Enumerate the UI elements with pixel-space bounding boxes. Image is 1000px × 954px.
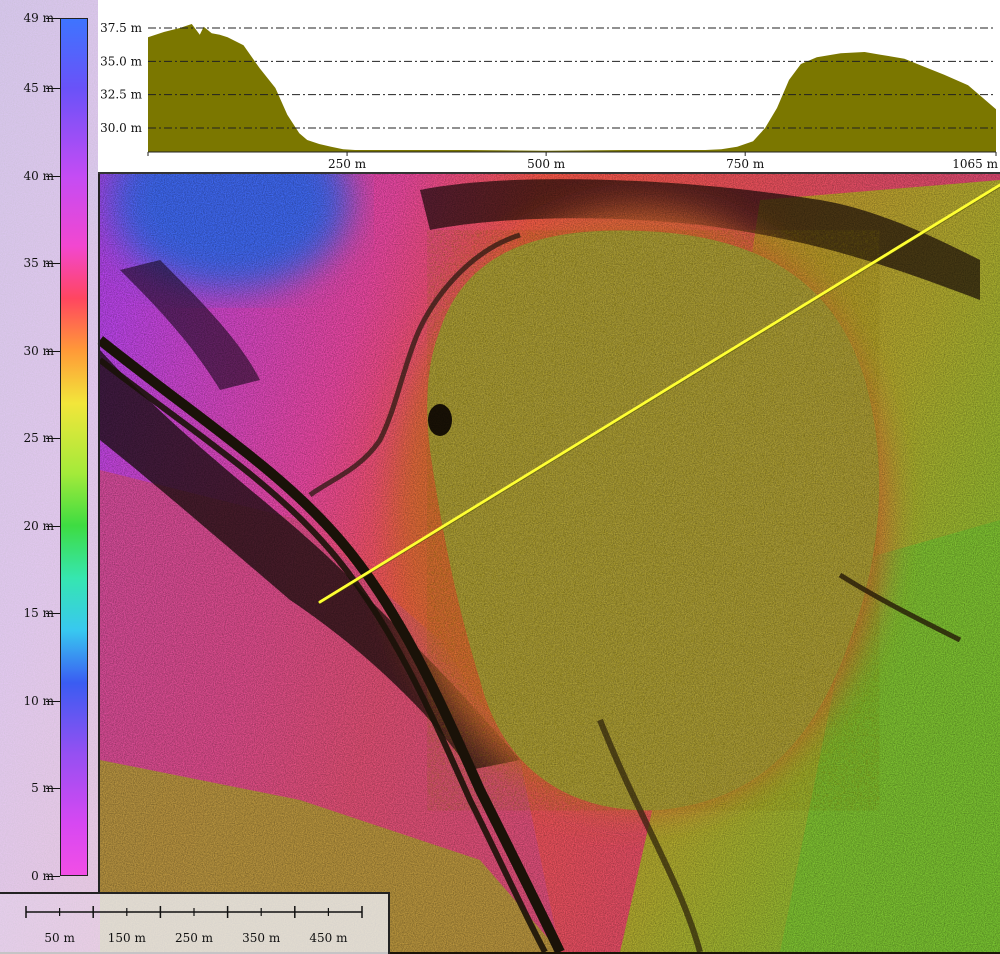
x-tick-label: 250 m bbox=[328, 157, 367, 171]
scale-label: 250 m bbox=[175, 931, 214, 945]
scale-label: 450 m bbox=[309, 931, 348, 945]
scale-label: 150 m bbox=[108, 931, 147, 945]
elevation-color-bar bbox=[60, 18, 88, 876]
x-tick-label: 750 m bbox=[726, 157, 765, 171]
scale-bar-panel: 50 m 150 m 250 m 350 m 450 m bbox=[0, 892, 390, 954]
elevation-profile-panel: 37.5 m 35.0 m 32.5 m 30.0 m 250 m 500 m 750 m 1… bbox=[98, 0, 1000, 174]
legend-tick bbox=[46, 788, 60, 790]
legend-tick bbox=[46, 18, 60, 19]
y-tick-label: 30.0 m bbox=[100, 121, 143, 135]
profile-area bbox=[148, 24, 996, 152]
x-tick-label: 1065 m bbox=[952, 157, 998, 171]
y-tick-label: 37.5 m bbox=[100, 21, 143, 35]
legend-tick bbox=[46, 613, 60, 615]
legend-tick bbox=[46, 876, 60, 877]
scale-bar: 50 m 150 m 250 m 350 m 450 m bbox=[25, 906, 363, 945]
legend-tick bbox=[46, 438, 60, 440]
legend-tick bbox=[46, 525, 60, 527]
y-tick-label: 35.0 m bbox=[100, 54, 143, 68]
elevation-profile-chart: 37.5 m 35.0 m 32.5 m 30.0 m 250 m 500 m 750 m 1… bbox=[100, 21, 999, 171]
legend-tick bbox=[46, 175, 60, 177]
legend-tick bbox=[46, 263, 60, 265]
x-tick-label: 500 m bbox=[527, 157, 566, 171]
elevation-legend: 49 m 45 m 40 m 35 m 30 m 25 m 20 m 15 m 10 m5 m0… bbox=[0, 0, 100, 894]
y-tick-label: 32.5 m bbox=[100, 88, 143, 102]
scale-label: 350 m bbox=[242, 931, 281, 945]
legend-tick bbox=[46, 700, 60, 702]
legend-tick bbox=[46, 350, 60, 352]
scale-label: 50 m bbox=[44, 931, 75, 945]
legend-tick bbox=[46, 88, 60, 90]
